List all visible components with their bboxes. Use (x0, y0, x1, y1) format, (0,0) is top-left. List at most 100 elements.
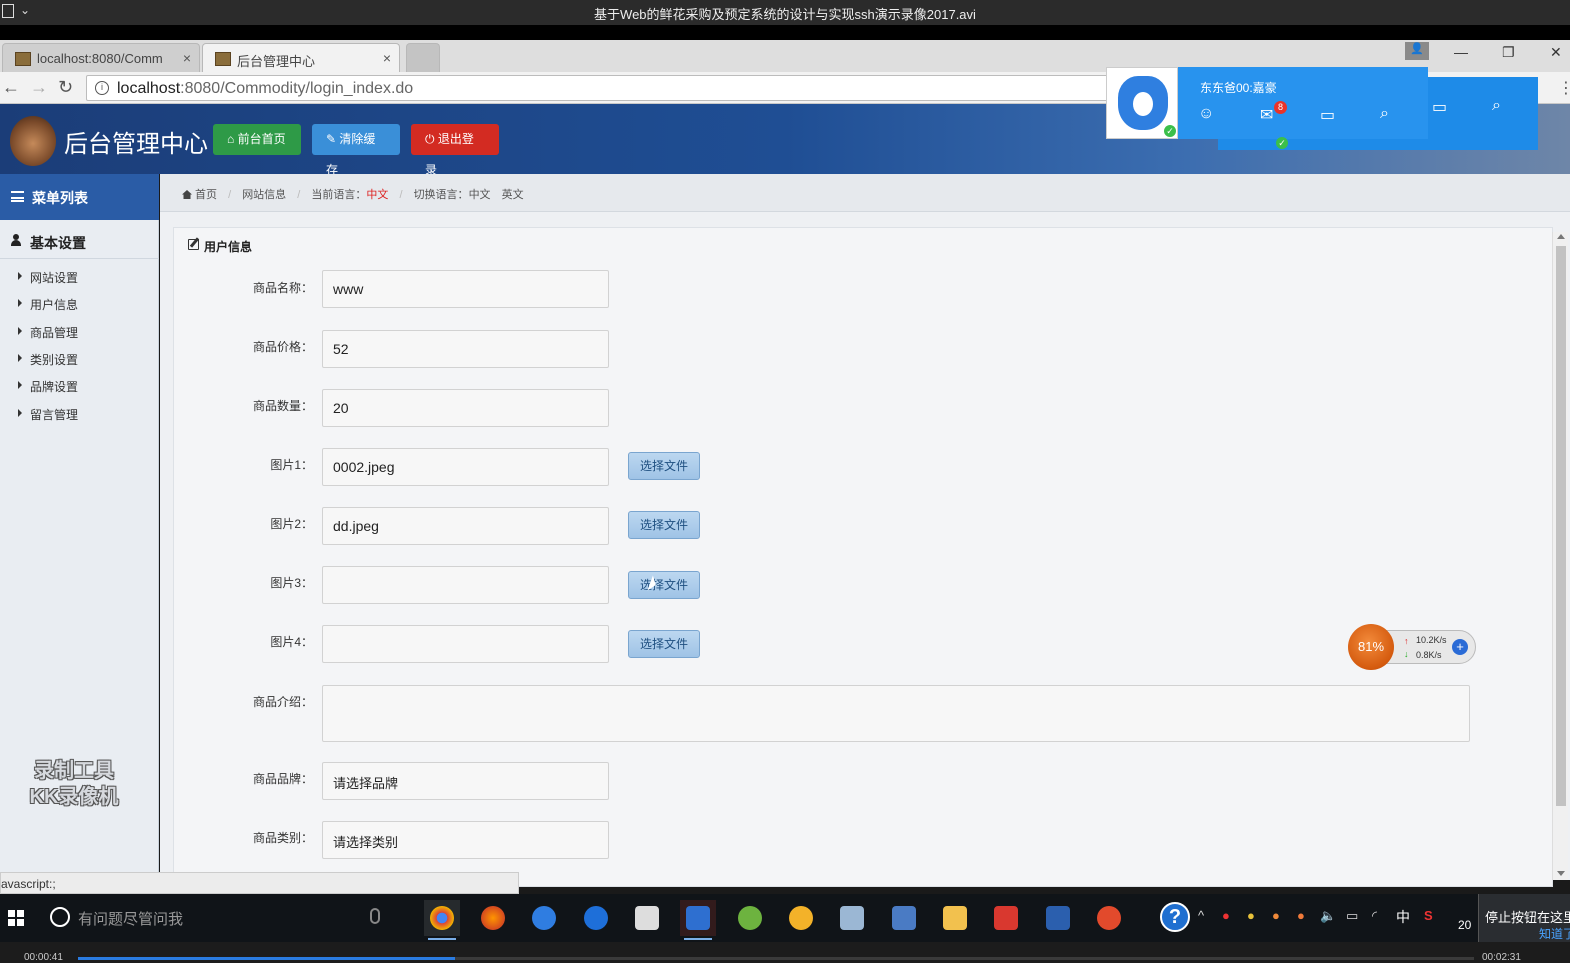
microphone-icon[interactable] (370, 908, 380, 924)
back-arrow-icon[interactable]: ← (2, 77, 20, 98)
window-icon[interactable]: ▭ (1320, 105, 1335, 125)
volume-icon[interactable]: 🔈 (1320, 908, 1336, 924)
notes-app-icon[interactable] (680, 900, 716, 940)
caret-right-icon (18, 299, 22, 307)
network-speed-widget[interactable]: 81% ↑ 10.2K/s ↓ 0.8K/s + (1348, 624, 1476, 670)
more-menu-icon[interactable]: ⋮ (1558, 78, 1570, 98)
minimize-icon[interactable]: — (1454, 44, 1468, 60)
picture2-input[interactable]: dd.jpeg (322, 507, 609, 545)
product-name-input[interactable]: www (322, 270, 609, 308)
chrome-app-icon[interactable] (424, 900, 460, 940)
cortana-icon[interactable] (50, 907, 70, 927)
breadcrumb-site-info[interactable]: 网站信息 (242, 189, 286, 201)
recorder-app-icon[interactable] (1091, 900, 1127, 936)
scroll-down-icon[interactable] (1557, 871, 1565, 876)
got-it-link[interactable]: 知道了 (1539, 925, 1570, 942)
chevron-up-icon[interactable]: ^ (1198, 908, 1204, 923)
plus-icon[interactable]: + (1452, 639, 1468, 655)
forward-arrow-icon[interactable]: → (30, 77, 48, 98)
player-progress-bar[interactable]: 00:00:41 00:02:31 (0, 942, 1570, 963)
restore-icon[interactable]: ❐ (1502, 44, 1515, 61)
help-icon[interactable]: ? (1160, 902, 1190, 932)
caret-right-icon (18, 272, 22, 280)
app-tray-icon[interactable]: ● (1272, 908, 1280, 923)
tab-label: localhost:8080/Comm (37, 51, 163, 66)
close-window-icon[interactable]: ✕ (1550, 44, 1562, 61)
sidebar-item-product-management[interactable]: 商品管理 (18, 324, 78, 341)
monitor-app-icon[interactable] (1040, 900, 1076, 936)
caret-right-icon (18, 354, 22, 362)
new-tab-button[interactable] (406, 43, 440, 72)
picture3-input[interactable] (322, 566, 609, 604)
picture3-choose-file-button[interactable]: 选择文件 (628, 571, 700, 599)
front-home-button[interactable]: ⌂ 前台首页 (213, 124, 301, 155)
close-tab-icon[interactable]: × (383, 50, 391, 66)
sidebar-item-message-management[interactable]: 留言管理 (18, 406, 78, 423)
mail-icon[interactable]: ✉ (1260, 105, 1273, 125)
info-icon[interactable]: i (95, 81, 109, 95)
picture4-choose-file-button[interactable]: 选择文件 (628, 630, 700, 658)
picture1-choose-file-button[interactable]: 选择文件 (628, 452, 700, 480)
breadcrumb-home[interactable]: 首页 (182, 189, 217, 201)
address-bar[interactable]: i localhost:8080/Commodity/login_index.d… (86, 75, 1146, 101)
tab-localhost[interactable]: localhost:8080/Comm × (2, 43, 200, 72)
product-price-label: 商品价格： (252, 340, 313, 354)
clock[interactable]: 20 (1458, 918, 1471, 932)
picture4-input[interactable] (322, 625, 609, 663)
picture1-input[interactable]: 0002.jpeg (322, 448, 609, 486)
sidebar-item-category-settings[interactable]: 类别设置 (18, 351, 78, 368)
picture2-choose-file-button[interactable]: 选择文件 (628, 511, 700, 539)
profile-icon[interactable]: 👤 (1405, 42, 1429, 60)
antivirus-tray-icon[interactable]: ● (1222, 908, 1230, 923)
product-category-select[interactable]: 请选择类别 (322, 821, 609, 859)
ime-indicator[interactable]: 中 (1396, 907, 1410, 927)
search-icon[interactable]: ⌕ (1492, 97, 1501, 115)
remote-app-icon[interactable] (886, 900, 922, 936)
window-icon[interactable]: ▭ (1432, 97, 1447, 117)
smile-icon[interactable]: ☺ (1198, 105, 1214, 123)
update-tray-icon[interactable]: ● (1247, 908, 1255, 923)
picture1-label: 图片1： (270, 458, 313, 472)
sidebar-item-user-info[interactable]: 用户信息 (18, 296, 78, 313)
caret-right-icon (18, 409, 22, 417)
logout-button[interactable]: ⏻ 退出登录 (411, 124, 499, 177)
windows-start-icon[interactable] (8, 910, 24, 926)
skype-app-icon[interactable] (526, 900, 562, 936)
product-price-input[interactable]: 52 (322, 330, 609, 368)
battery-icon[interactable]: ▭ (1346, 908, 1358, 924)
page-scrollbar[interactable] (1552, 232, 1568, 880)
search-icon[interactable]: ⌕ (1380, 105, 1389, 123)
product-intro-textarea[interactable] (322, 685, 1470, 742)
app-tray-icon[interactable]: ● (1297, 908, 1305, 923)
tools-app-icon[interactable] (834, 900, 870, 936)
chat-app-icon[interactable] (783, 900, 819, 936)
current-language-value: 中文 (366, 189, 389, 201)
scroll-up-icon[interactable] (1557, 234, 1565, 239)
page-favicon-icon (215, 52, 231, 66)
edge-app-icon[interactable] (578, 900, 614, 936)
basic-settings-group[interactable]: 基本设置 (0, 221, 159, 259)
folder-app-icon[interactable] (937, 900, 973, 936)
product-brand-select[interactable]: 请选择品牌 (322, 762, 609, 800)
cow-logo-icon (1118, 76, 1168, 130)
sidebar-item-brand-settings[interactable]: 品牌设置 (18, 378, 78, 395)
tab-admin-center[interactable]: 后台管理中心 × (202, 43, 400, 72)
lang-zh-link[interactable]: 中文 (469, 189, 491, 201)
close-tab-icon[interactable]: × (183, 50, 191, 66)
progress-track[interactable] (78, 957, 1474, 960)
sogou-ime-icon[interactable]: S (1424, 908, 1433, 923)
spring-app-icon[interactable] (732, 900, 768, 936)
clear-cache-button[interactable]: ✎ 清除缓存 (312, 124, 400, 177)
memory-percent[interactable]: 81% (1348, 624, 1394, 670)
product-quantity-input[interactable]: 20 (322, 389, 609, 427)
lang-en-link[interactable]: 英文 (502, 189, 524, 201)
menu-list-header[interactable]: 菜单列表 (0, 174, 159, 220)
firefox-app-icon[interactable] (475, 900, 511, 936)
store-app-icon[interactable] (629, 900, 665, 936)
pdf-app-icon[interactable] (988, 900, 1024, 936)
scroll-thumb[interactable] (1556, 246, 1566, 806)
sidebar-item-site-settings[interactable]: 网站设置 (18, 269, 78, 286)
taskbar-search[interactable]: 有问题尽管问我 (78, 908, 183, 929)
wifi-icon[interactable]: ◜ (1372, 908, 1377, 924)
reload-icon[interactable]: ↻ (58, 77, 73, 98)
